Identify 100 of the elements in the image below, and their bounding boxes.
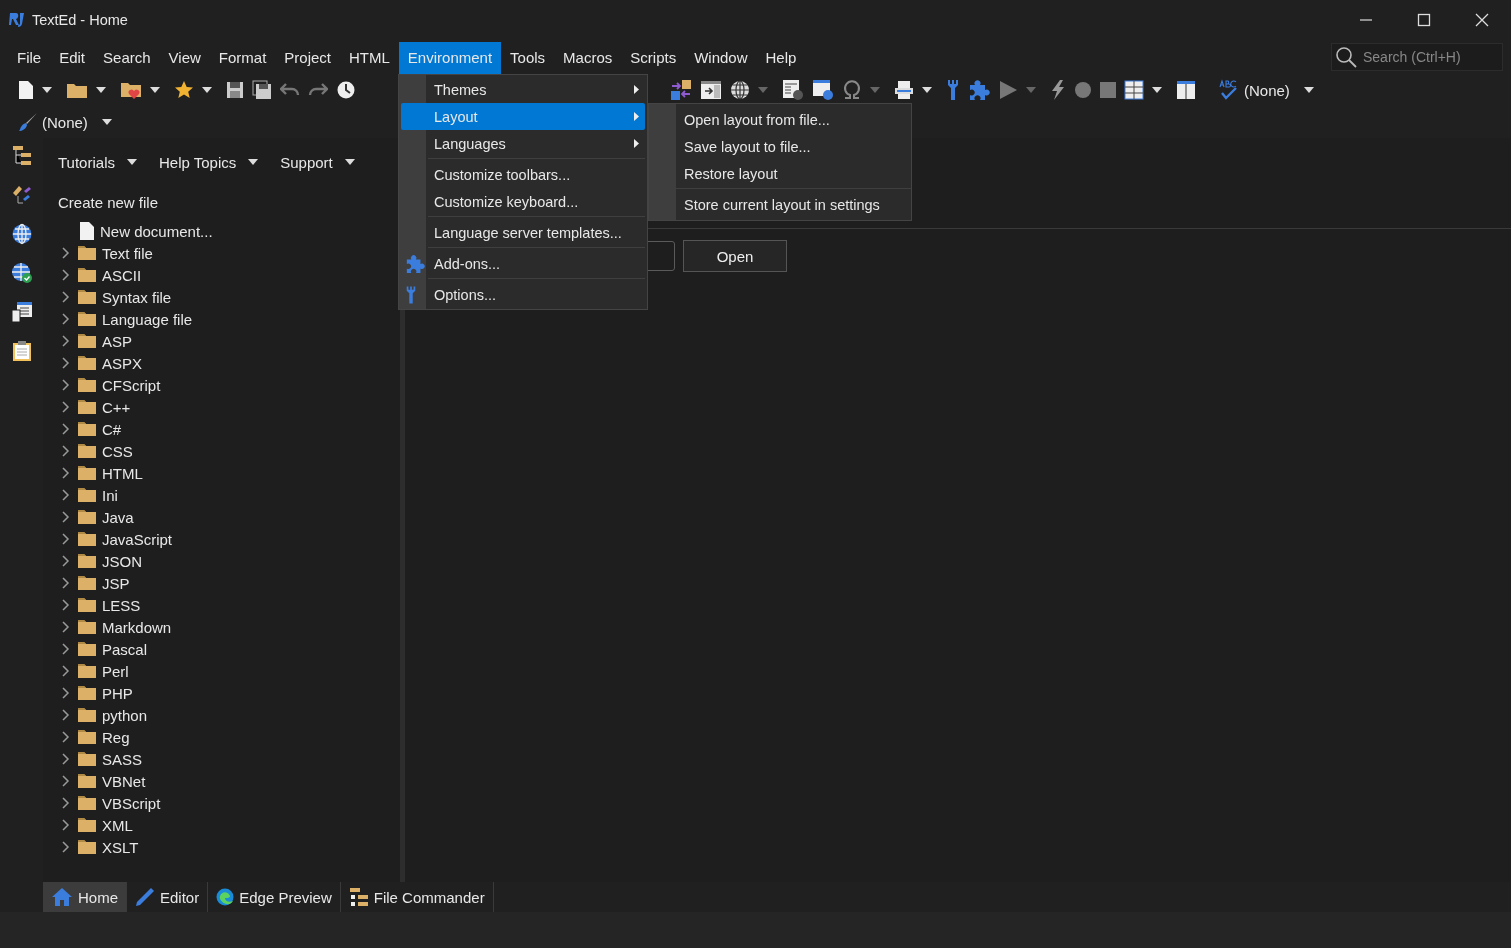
tree-item[interactable]: VBNet <box>102 772 146 790</box>
menu-item[interactable]: Languages <box>401 130 645 157</box>
tree-item[interactable]: ASP <box>102 332 132 350</box>
tree-item[interactable]: Text file <box>102 244 153 262</box>
tree-item[interactable]: CFScript <box>102 376 161 394</box>
menu-item[interactable]: Store current layout in settings <box>649 191 911 218</box>
chevron-icon[interactable] <box>62 621 70 633</box>
dropdown-link[interactable]: Support <box>280 153 355 171</box>
tree-item[interactable]: PHP <box>102 684 133 702</box>
menu-item[interactable]: Help <box>756 42 806 74</box>
menu-item[interactable]: Language server templates... <box>401 219 645 246</box>
chevron-icon[interactable] <box>62 577 70 589</box>
chevron-icon[interactable] <box>62 555 70 567</box>
tree-item[interactable]: Pascal <box>102 640 148 658</box>
chevron-icon[interactable] <box>62 467 70 479</box>
tree-item[interactable]: LESS <box>102 596 141 614</box>
chevron-icon[interactable] <box>62 819 70 831</box>
menu-item[interactable]: View <box>159 42 210 74</box>
menu-item[interactable]: Edit <box>50 42 95 74</box>
tree-item[interactable]: ASPX <box>102 354 143 372</box>
tree-item[interactable]: ASCII <box>102 266 142 284</box>
chevron-icon[interactable] <box>62 731 70 743</box>
caret-icon[interactable] <box>922 87 932 93</box>
menu-item[interactable]: Format <box>209 42 276 74</box>
chevron-icon[interactable] <box>62 753 70 765</box>
tree-icon[interactable] <box>10 145 33 167</box>
tree-item[interactable]: Ini <box>102 486 118 504</box>
chevron-icon[interactable] <box>62 643 70 655</box>
caret-icon[interactable] <box>202 87 212 93</box>
chevron-icon[interactable] <box>62 841 70 853</box>
window-globe-icon[interactable] <box>812 79 834 101</box>
menu-item[interactable]: Customize keyboard... <box>401 188 645 215</box>
menu-item[interactable]: Layout <box>401 103 645 130</box>
menu-item[interactable]: Open layout from file... <box>649 106 911 133</box>
chevron-icon[interactable] <box>62 335 70 347</box>
chevron-icon[interactable] <box>62 379 70 391</box>
tree-item[interactable]: JavaScript <box>102 530 173 548</box>
tree-item[interactable]: Markdown <box>102 618 172 636</box>
tree-item[interactable]: Perl <box>102 662 129 680</box>
chevron-icon[interactable] <box>62 709 70 721</box>
menu-item[interactable]: Restore layout <box>649 160 911 187</box>
folder-icon[interactable] <box>66 81 88 99</box>
menu-item[interactable]: Project <box>275 42 340 74</box>
chevron-icon[interactable] <box>62 291 70 303</box>
open-button[interactable]: Open <box>683 240 787 272</box>
tags-icon[interactable] <box>10 184 33 206</box>
menu-item[interactable]: Themes <box>401 76 645 103</box>
globe-check-icon[interactable] <box>10 262 33 284</box>
page-globe-icon[interactable] <box>782 79 804 101</box>
lightning-icon[interactable] <box>1050 80 1066 100</box>
chevron-icon[interactable] <box>62 269 70 281</box>
menu-item[interactable]: Search <box>94 42 160 74</box>
save-icon[interactable] <box>226 81 244 99</box>
tree-item[interactable]: XSLT <box>102 838 139 856</box>
menu-item[interactable]: Window <box>685 42 757 74</box>
tree-item[interactable]: CSS <box>102 442 133 460</box>
tree-item[interactable]: VBScript <box>102 794 161 812</box>
printer-icon[interactable] <box>894 80 914 100</box>
chevron-icon[interactable] <box>62 511 70 523</box>
menu-item[interactable]: HTML <box>340 42 399 74</box>
menu-item[interactable]: Customize toolbars... <box>401 161 645 188</box>
chevron-icon[interactable] <box>62 247 70 259</box>
chevron-icon[interactable] <box>62 313 70 325</box>
clipboard-icon[interactable] <box>11 340 32 362</box>
tab[interactable]: Home <box>43 882 127 912</box>
tree-item[interactable]: JSP <box>102 574 130 592</box>
new-file-icon[interactable] <box>18 80 34 100</box>
tree-item[interactable]: Syntax file <box>102 288 172 306</box>
panel-icon[interactable] <box>1176 80 1196 100</box>
tree-item[interactable]: JSON <box>102 552 142 570</box>
caret-icon[interactable] <box>42 87 52 93</box>
menu-item[interactable]: Add-ons... <box>401 250 645 277</box>
chevron-icon[interactable] <box>62 599 70 611</box>
tree-item[interactable]: SASS <box>102 750 143 768</box>
clock-icon[interactable] <box>336 80 356 100</box>
tree-item[interactable]: New document... <box>100 222 213 240</box>
search-field[interactable]: Search (Ctrl+H) <box>1331 43 1503 71</box>
menu-item[interactable]: Options... <box>401 281 645 308</box>
chevron-icon[interactable] <box>62 797 70 809</box>
menu-item[interactable]: Macros <box>554 42 622 74</box>
wrench-icon[interactable] <box>946 79 960 101</box>
caret-icon[interactable] <box>1152 87 1162 93</box>
documents-icon[interactable] <box>10 301 33 323</box>
star-icon[interactable] <box>174 80 194 100</box>
tree-item[interactable]: Java <box>102 508 134 526</box>
tree-item[interactable]: C# <box>102 420 122 438</box>
chevron-icon[interactable] <box>62 357 70 369</box>
menu-item[interactable]: Environment <box>398 42 502 74</box>
puzzle-icon[interactable] <box>968 79 990 101</box>
redo-icon[interactable] <box>308 82 328 98</box>
dropdown-link[interactable]: Help Topics <box>158 153 259 171</box>
menu-item[interactable]: File <box>8 42 51 74</box>
tree-item[interactable]: python <box>102 706 148 724</box>
brush-combo[interactable]: (None) <box>18 112 112 132</box>
folder-heart-icon[interactable] <box>120 80 142 100</box>
tree-item[interactable]: HTML <box>102 464 143 482</box>
tree-item[interactable]: C++ <box>102 398 131 416</box>
caret-icon[interactable] <box>150 87 160 93</box>
chevron-icon[interactable] <box>62 445 70 457</box>
spell-check-combo[interactable]: (None) <box>1218 79 1314 101</box>
